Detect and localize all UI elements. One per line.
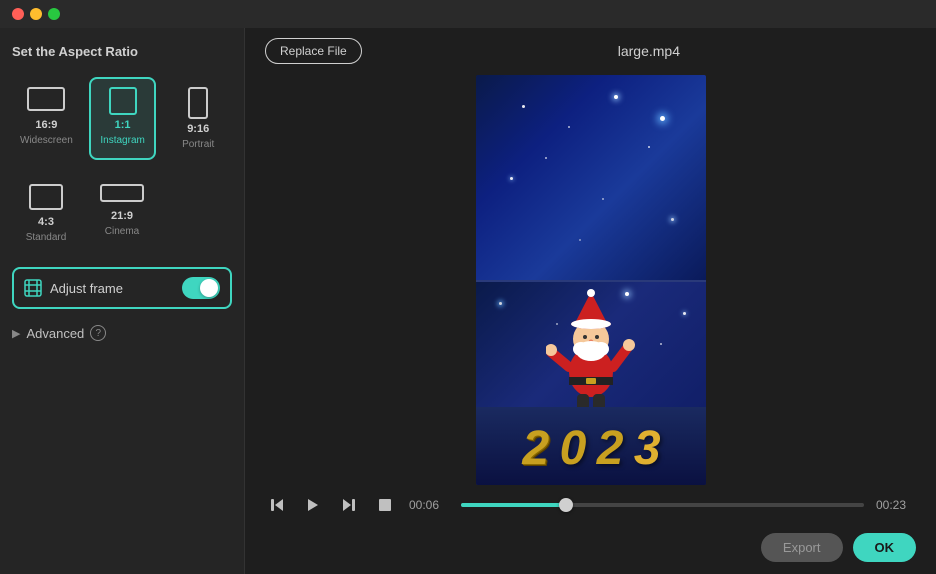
time-total: 00:23 — [876, 498, 916, 512]
adjust-frame-label: Adjust frame — [50, 281, 174, 296]
video-bottom-half: 2 0 2 3 — [476, 282, 706, 485]
progress-bar[interactable] — [461, 503, 864, 507]
stop-button[interactable] — [373, 493, 397, 517]
aspect-label-21-9-sub: Cinema — [105, 226, 139, 237]
aspect-label-1-1-ratio: 1:1 — [115, 119, 131, 131]
aspect-icon-21-9 — [100, 184, 144, 206]
play-button[interactable] — [301, 493, 325, 517]
main-content: Set the Aspect Ratio 16:9 Widescreen — [0, 28, 936, 574]
toggle-knob — [200, 279, 218, 297]
time-current: 00:06 — [409, 498, 449, 512]
aspect-icon-16-9 — [27, 87, 65, 115]
aspect-item-21-9[interactable]: 21:9 Cinema — [88, 174, 156, 253]
progress-bar-fill — [461, 503, 566, 507]
aspect-icon-9-16 — [188, 87, 208, 119]
skip-back-button[interactable] — [265, 493, 289, 517]
export-button[interactable]: Export — [761, 533, 843, 562]
aspect-item-9-16[interactable]: 9:16 Portrait — [164, 77, 232, 160]
year-text: 2 0 2 3 — [522, 417, 658, 477]
step-forward-button[interactable] — [337, 493, 361, 517]
aspect-item-16-9[interactable]: 16:9 Widescreen — [12, 77, 81, 160]
aspect-ratio-grid-row1: 16:9 Widescreen 1:1 Instagram — [12, 77, 232, 160]
year-display: 2 0 2 3 — [476, 407, 706, 485]
progress-knob[interactable] — [559, 498, 573, 512]
controls-bar: 00:06 00:23 — [245, 485, 936, 525]
aspect-item-1-1[interactable]: 1:1 Instagram — [89, 77, 157, 160]
aspect-label-16-9-sub: Widescreen — [20, 135, 73, 146]
video-preview: 2 0 2 3 — [476, 75, 706, 485]
aspect-ratio-title: Set the Aspect Ratio — [12, 44, 232, 59]
adjust-frame-icon — [24, 279, 42, 297]
santa-figure — [546, 287, 636, 417]
close-button[interactable] — [12, 8, 24, 20]
bottom-bar: Export OK — [245, 525, 936, 574]
stars-top — [476, 75, 706, 280]
advanced-row[interactable]: ▶ Advanced ? — [12, 323, 232, 343]
adjust-frame-toggle[interactable] — [182, 277, 220, 299]
maximize-button[interactable] — [48, 8, 60, 20]
right-panel: Replace File large.mp4 — [245, 28, 936, 574]
title-bar — [0, 0, 936, 28]
aspect-label-1-1-sub: Instagram — [100, 135, 144, 146]
top-bar: Replace File large.mp4 — [245, 28, 936, 74]
advanced-info-icon[interactable]: ? — [90, 325, 106, 341]
aspect-label-4-3-sub: Standard — [26, 232, 67, 243]
advanced-chevron-icon: ▶ — [12, 327, 20, 340]
aspect-label-9-16-sub: Portrait — [182, 139, 214, 150]
aspect-label-21-9-ratio: 21:9 — [111, 210, 133, 222]
aspect-icon-4-3 — [29, 184, 63, 212]
video-top-half — [476, 75, 706, 280]
aspect-icon-1-1 — [109, 87, 137, 115]
aspect-label-16-9-ratio: 16:9 — [35, 119, 57, 131]
traffic-lights — [12, 8, 60, 20]
adjust-frame-row: Adjust frame — [12, 267, 232, 309]
aspect-ratio-grid-row2: 4:3 Standard 21:9 Cinema — [12, 174, 232, 253]
aspect-label-4-3-ratio: 4:3 — [38, 216, 54, 228]
advanced-label: Advanced — [26, 326, 84, 341]
aspect-item-4-3[interactable]: 4:3 Standard — [12, 174, 80, 253]
minimize-button[interactable] — [30, 8, 42, 20]
aspect-label-9-16-ratio: 9:16 — [187, 123, 209, 135]
replace-file-button[interactable]: Replace File — [265, 38, 362, 64]
left-panel: Set the Aspect Ratio 16:9 Widescreen — [0, 28, 245, 574]
file-name: large.mp4 — [382, 43, 916, 59]
video-area: 2 0 2 3 — [245, 74, 936, 485]
ok-button[interactable]: OK — [853, 533, 917, 562]
